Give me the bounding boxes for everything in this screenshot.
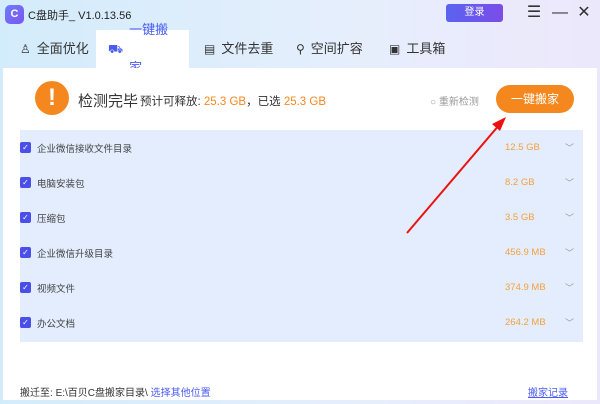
annotation-arrow — [406, 117, 506, 234]
